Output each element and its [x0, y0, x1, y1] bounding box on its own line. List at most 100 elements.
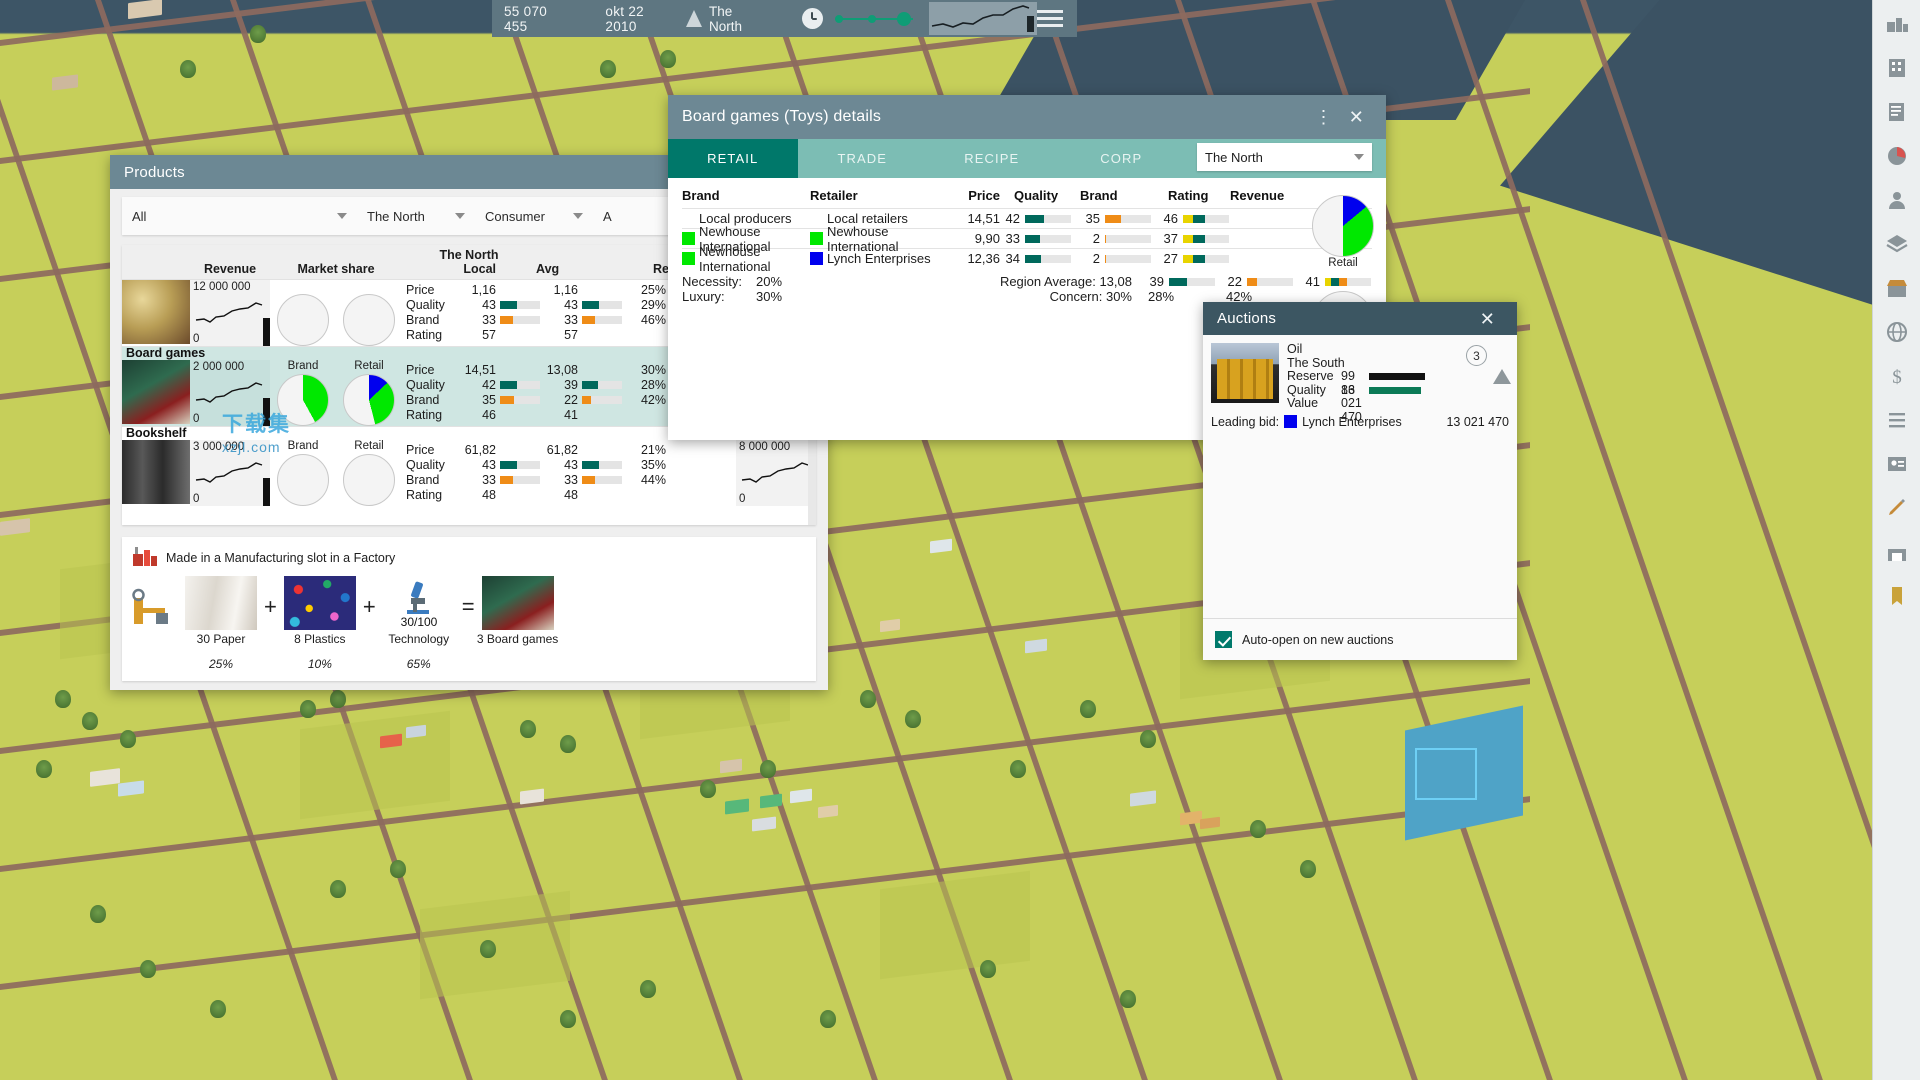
- stat-percent: 21%: [640, 442, 666, 457]
- tab-corp[interactable]: CORP: [1056, 139, 1186, 178]
- notebook-icon[interactable]: [1877, 92, 1917, 132]
- details-retailer-name: Newhouse International: [827, 223, 899, 254]
- auto-open-checkbox[interactable]: [1215, 631, 1232, 648]
- category-filter[interactable]: All: [122, 197, 357, 235]
- region-indicator[interactable]: The North: [686, 4, 768, 34]
- tab-recipe[interactable]: RECIPE: [927, 139, 1057, 178]
- pie-caption: Retail: [354, 360, 384, 372]
- shop-icon[interactable]: [1877, 268, 1917, 308]
- mini-revenue-graph[interactable]: [929, 2, 1038, 35]
- concern-label: Concern:: [1049, 289, 1103, 304]
- game-speed-slider[interactable]: [834, 9, 913, 29]
- tab-trade[interactable]: TRADE: [797, 139, 927, 178]
- chevron-down-icon: [455, 213, 465, 219]
- product-pie-brand: Brand: [270, 360, 336, 426]
- details-brandscore: 2: [1080, 251, 1158, 266]
- pie-caption: Brand: [287, 360, 319, 372]
- contact-card-icon[interactable]: [1877, 444, 1917, 484]
- auction-item[interactable]: Oil The South Reserve 99 Quality 86 Value 13 02…: [1203, 342, 1517, 423]
- rating-bar-green: [1193, 234, 1206, 243]
- slider-tick-2[interactable]: [867, 14, 876, 23]
- details-quality-value: 33: [1005, 231, 1020, 246]
- stat-percent: 25%: [640, 282, 666, 297]
- bookmark-icon[interactable]: [1877, 576, 1917, 616]
- bar-fill: [1105, 234, 1106, 243]
- stat-label: Quality: [406, 297, 445, 312]
- layers-icon[interactable]: [1877, 224, 1917, 264]
- stat-avg-value: 57: [564, 327, 578, 342]
- stat-local-bar: [500, 460, 540, 469]
- recipe-header: Made in a Manufacturing slot in a Factor…: [132, 545, 806, 570]
- stat-row: Quality 43 43 35%: [406, 457, 736, 472]
- product-pie-retail: Retail: [336, 440, 402, 506]
- region-filter-value: The North: [367, 208, 425, 224]
- auction-thumbnail: [1211, 343, 1279, 403]
- market-filter[interactable]: Consumer: [475, 197, 593, 235]
- stat-avg-bar: [582, 366, 622, 374]
- office-building-icon[interactable]: [1877, 48, 1917, 88]
- details-region-select[interactable]: The North: [1197, 143, 1372, 171]
- pencil-icon[interactable]: [1877, 488, 1917, 528]
- layers-icon: [1885, 235, 1908, 253]
- tab-retail[interactable]: RETAIL: [668, 139, 798, 178]
- stat-local-value: 43: [482, 297, 496, 312]
- stat-local-bar: [500, 315, 540, 324]
- bar-fill: [582, 300, 600, 309]
- bar-fill: [1105, 214, 1122, 223]
- details-row-list[interactable]: Local producers Local retailers 14,51 42 35 4…: [682, 208, 1372, 274]
- stat-avg-bar: [582, 286, 622, 294]
- auctions-window[interactable]: Auctions ✕ Oil The South Reserve 99 Quality 8…: [1203, 302, 1517, 660]
- details-quality: 42: [1000, 211, 1080, 226]
- bar-fill: [500, 315, 514, 324]
- recipe-input-percent: 25%: [208, 656, 234, 671]
- details-row[interactable]: Newhouse International Lynch Enterprises 1…: [682, 244, 1372, 274]
- avg-brand-bar: [1247, 277, 1293, 286]
- details-price: 12,36: [967, 251, 1000, 266]
- bar-fill: [1025, 214, 1045, 223]
- revenue-bar: [263, 398, 270, 426]
- region-filter[interactable]: The North: [357, 197, 475, 235]
- auctions-footer: Auto-open on new auctions: [1203, 618, 1517, 660]
- slider-tick-1[interactable]: [834, 14, 843, 23]
- hamburger-menu-icon[interactable]: [1037, 6, 1063, 32]
- stat-avg-value: 61,82: [546, 442, 578, 457]
- kebab-menu-icon[interactable]: ⋮: [1307, 104, 1341, 130]
- stat-avg-bar: [582, 380, 622, 389]
- triangle-up-icon[interactable]: [1493, 369, 1511, 384]
- revenue-sparkline-right: [741, 462, 809, 483]
- pie-chart-icon[interactable]: [1877, 136, 1917, 176]
- clock-button[interactable]: [801, 8, 823, 29]
- stat-percent: 42%: [640, 392, 666, 407]
- details-brandscore: 2: [1080, 231, 1158, 246]
- close-icon[interactable]: ✕: [1341, 104, 1372, 130]
- list-icon: [1888, 413, 1905, 428]
- pie-chart: [343, 454, 395, 506]
- dollar-icon[interactable]: $: [1877, 356, 1917, 396]
- factory-icon[interactable]: [1877, 4, 1917, 44]
- stat-avg-bar: [582, 446, 622, 454]
- product-revenue-chart: 3 000 000 0: [190, 440, 270, 506]
- slider-knob[interactable]: [896, 11, 911, 26]
- stat-label: Brand: [406, 312, 440, 327]
- revenue-min-label: 0: [193, 413, 200, 425]
- auction-field-value: 13 021 470: [1341, 382, 1362, 424]
- avg-quality-bar: [1169, 277, 1215, 286]
- stat-label: Quality: [406, 377, 445, 392]
- person-icon[interactable]: [1877, 180, 1917, 220]
- stat-local-bar: [500, 491, 540, 499]
- stat-avg-value: 43: [564, 297, 578, 312]
- recipe-body: 30 Paper 25% +8 Plastics 10% +30/100 Technolo…: [132, 576, 806, 671]
- necessity-value: 20%: [756, 274, 783, 289]
- list-icon[interactable]: [1877, 400, 1917, 440]
- stat-avg-value: 13,08: [546, 362, 578, 377]
- product-thumbnail: [122, 440, 190, 504]
- warehouse-icon[interactable]: [1877, 532, 1917, 572]
- right-toolbar[interactable]: $: [1872, 0, 1920, 1080]
- stat-label: Price: [406, 282, 435, 297]
- bar-fill: [1169, 277, 1187, 286]
- factory-icon: [1886, 18, 1908, 32]
- globe-icon[interactable]: [1877, 312, 1917, 352]
- close-icon[interactable]: ✕: [1472, 306, 1503, 332]
- auction-list[interactable]: Oil The South Reserve 99 Quality 86 Value 13 02…: [1203, 335, 1517, 429]
- pie-chart-icon: [1887, 147, 1906, 165]
